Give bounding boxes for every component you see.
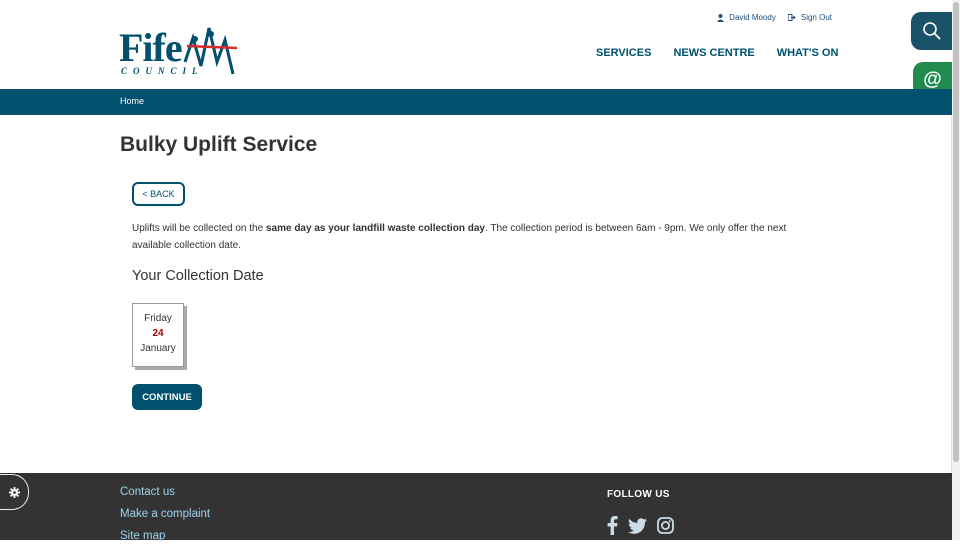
follow-us-heading: FOLLOW US xyxy=(607,489,670,500)
collection-info-text: Uplifts will be collected on the same da… xyxy=(132,220,812,254)
facebook-icon[interactable] xyxy=(607,516,618,535)
info-text-part1: Uplifts will be collected on the xyxy=(132,223,266,234)
collection-date-card[interactable]: Friday 24 January xyxy=(132,303,184,367)
sign-out-icon xyxy=(787,14,796,21)
date-day: Friday xyxy=(144,313,172,324)
date-number: 24 xyxy=(152,328,164,339)
user-links: David Moody Sign Out xyxy=(717,13,832,22)
footer-links: Contact us Make a complaint Site map xyxy=(120,486,210,552)
email-icon: @ xyxy=(923,69,942,90)
breadcrumb-home[interactable]: Home xyxy=(120,96,144,106)
info-text-bold: same day as your landfill waste collecti… xyxy=(265,223,485,234)
footer-link-contact[interactable]: Contact us xyxy=(120,486,210,508)
sign-out-label: Sign Out xyxy=(800,13,832,22)
social-links xyxy=(607,516,674,535)
user-icon xyxy=(717,13,725,22)
collection-date-heading: Your Collection Date xyxy=(132,268,264,284)
footer-link-complaint[interactable]: Make a complaint xyxy=(120,508,210,530)
user-account-link[interactable]: David Moody xyxy=(717,13,776,22)
date-month: January xyxy=(140,343,176,354)
logo-word: Fife xyxy=(119,25,183,70)
site-footer: Contact us Make a complaint Site map FOL… xyxy=(0,473,952,542)
breadcrumb: Home xyxy=(0,89,952,115)
nav-whats-on[interactable]: WHAT'S ON xyxy=(777,47,839,59)
sign-out-link[interactable]: Sign Out xyxy=(787,13,832,22)
scrollbar-thumb[interactable] xyxy=(953,2,959,462)
footer-link-sitemap[interactable]: Site map xyxy=(120,530,210,552)
twitter-icon[interactable] xyxy=(628,517,647,534)
page-title: Bulky Uplift Service xyxy=(120,133,318,156)
nav-services[interactable]: SERVICES xyxy=(596,47,651,59)
gear-icon xyxy=(8,486,20,498)
main-nav: SERVICES NEWS CENTRE WHAT'S ON xyxy=(596,47,838,59)
nav-news-centre[interactable]: NEWS CENTRE xyxy=(673,47,754,59)
back-button[interactable]: < BACK xyxy=(132,182,185,206)
page-scrollbar[interactable] xyxy=(951,0,960,540)
continue-button[interactable]: CONTINUE xyxy=(132,384,202,410)
logo-subtitle: COUNCIL xyxy=(121,66,204,76)
site-header: Fife COUNCIL David Moody Sign Out SERVIC… xyxy=(0,0,952,89)
instagram-icon[interactable] xyxy=(657,517,674,534)
search-button[interactable] xyxy=(911,12,952,50)
user-name: David Moody xyxy=(729,13,776,22)
search-icon xyxy=(922,22,941,40)
fife-council-logo[interactable]: Fife COUNCIL xyxy=(119,22,241,78)
